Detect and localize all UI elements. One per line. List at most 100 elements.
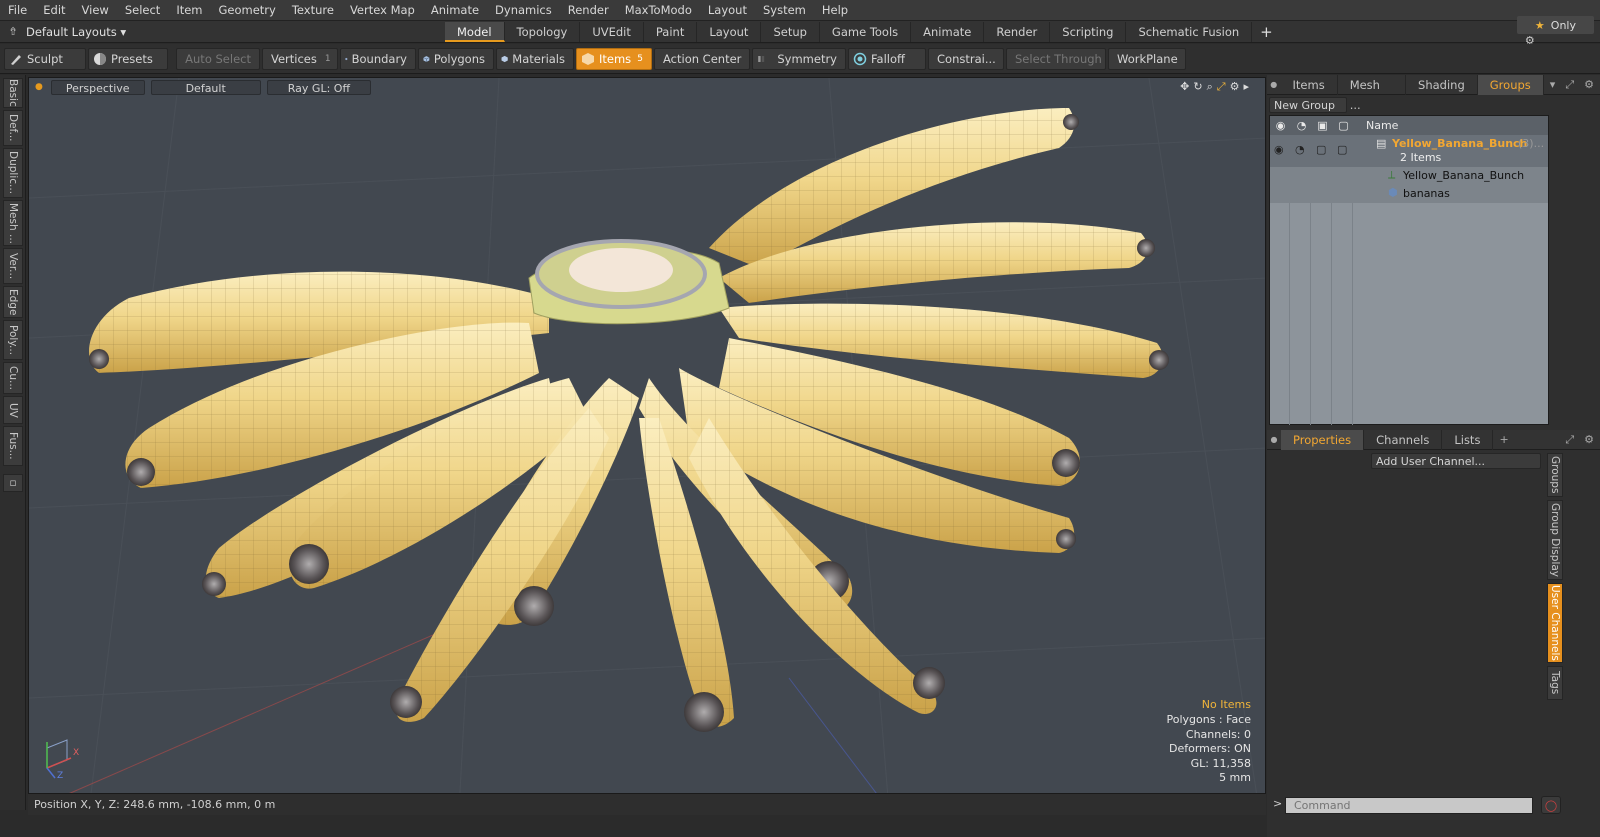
tab-paint[interactable]: Paint: [644, 21, 698, 42]
tab-topology[interactable]: Topology: [505, 21, 581, 42]
command-input[interactable]: [1285, 796, 1533, 814]
tab-schematic-fusion[interactable]: Schematic Fusion: [1126, 21, 1253, 42]
left-tab-duplicate[interactable]: Duplic...: [3, 148, 23, 198]
items-button[interactable]: Items 5: [576, 47, 652, 70]
boundary-button[interactable]: Boundary: [340, 47, 416, 70]
group-render-icon[interactable]: ◔: [1295, 143, 1305, 156]
tab-layout[interactable]: Layout: [697, 21, 762, 42]
tab-model[interactable]: Model: [445, 21, 505, 42]
tab-shading[interactable]: Shading: [1406, 74, 1478, 95]
presets-icon: [94, 52, 106, 65]
panel-gear-icon[interactable]: ⚙: [1578, 433, 1600, 446]
tab-lists[interactable]: Lists: [1442, 429, 1494, 450]
materials-button[interactable]: Materials: [496, 47, 574, 70]
sculpt-button[interactable]: Sculpt: [4, 47, 86, 70]
group-select-icon[interactable]: ▢: [1337, 143, 1347, 156]
layout-pin-icon[interactable]: ⇮: [0, 25, 26, 38]
panel-menu-dot-icon[interactable]: ●: [1267, 435, 1281, 444]
menu-item[interactable]: Item: [168, 0, 210, 21]
left-tab-polygon[interactable]: Poly...: [3, 320, 23, 360]
menu-geometry[interactable]: Geometry: [211, 0, 284, 21]
add-tab-icon[interactable]: +: [1493, 433, 1514, 446]
3d-viewport[interactable]: ● Perspective Default Ray GL: Off ✥ ↻ ⌕ …: [28, 77, 1266, 809]
viewport-more-icon[interactable]: ▸: [1243, 80, 1249, 94]
menu-texture[interactable]: Texture: [284, 0, 342, 21]
workplane-button[interactable]: WorkPlane: [1108, 47, 1186, 70]
record-icon[interactable]: ◯: [1541, 796, 1561, 814]
viewport-raygl-button[interactable]: Ray GL: Off: [266, 79, 372, 95]
menu-edit[interactable]: Edit: [35, 0, 73, 21]
menu-dynamics[interactable]: Dynamics: [487, 0, 560, 21]
tabs-dropdown-icon[interactable]: ▾: [1544, 78, 1562, 91]
tab-items[interactable]: Items: [1281, 74, 1338, 95]
vertices-button[interactable]: Vertices 1: [262, 47, 338, 70]
tab-render[interactable]: Render: [984, 21, 1051, 42]
left-tab-mesh[interactable]: Mesh ...: [3, 200, 23, 246]
only-button[interactable]: ★ Only: [1516, 16, 1594, 34]
pan-icon[interactable]: ✥: [1180, 80, 1189, 94]
group-child-row-locator[interactable]: ⟂ Yellow_Banana_Bunch: [1270, 167, 1548, 185]
menu-help[interactable]: Help: [814, 0, 856, 21]
new-group-button[interactable]: New Group: [1269, 97, 1347, 113]
add-tab-icon[interactable]: +: [1252, 23, 1281, 41]
tab-groups[interactable]: Groups: [1477, 74, 1544, 95]
left-tab-basic[interactable]: Basic: [3, 78, 23, 108]
zoom-icon[interactable]: ⌕: [1207, 80, 1213, 94]
tab-game-tools[interactable]: Game Tools: [820, 21, 912, 42]
menu-system[interactable]: System: [755, 0, 814, 21]
visibility-col-icon: ◉: [1275, 119, 1286, 132]
menu-view[interactable]: View: [74, 0, 117, 21]
left-tab-curve[interactable]: Cu...: [3, 362, 23, 394]
action-center-button[interactable]: Action Center: [654, 47, 750, 70]
polygons-button[interactable]: Polygons: [418, 47, 494, 70]
left-tab-expand[interactable]: ▫: [3, 474, 23, 492]
tab-setup[interactable]: Setup: [761, 21, 820, 42]
menu-maxtomodo[interactable]: MaxToModo: [617, 0, 700, 21]
symmetry-button[interactable]: Symmetry: [752, 47, 846, 70]
left-tab-fusion[interactable]: Fus...: [3, 426, 23, 466]
panel-menu-dot-icon[interactable]: ●: [1267, 80, 1281, 89]
tab-scripting[interactable]: Scripting: [1050, 21, 1127, 42]
tab-properties[interactable]: Properties: [1281, 429, 1365, 450]
side-tab-user-channels[interactable]: User Channels: [1547, 583, 1563, 663]
tab-channels[interactable]: Channels: [1364, 429, 1443, 450]
left-tab-uv[interactable]: UV: [3, 396, 23, 424]
side-tab-tags[interactable]: Tags: [1547, 666, 1563, 700]
viewport-gear-icon[interactable]: ⚙: [1230, 80, 1240, 94]
menu-file[interactable]: File: [0, 0, 35, 21]
group-row-yellow-banana-bunch[interactable]: ◉ ◔ ▢ ▢ ▤ Yellow_Banana_Bunch (3)... 2 I…: [1270, 135, 1548, 167]
maximize-icon[interactable]: ⤢: [1561, 433, 1578, 447]
panel-gear-icon[interactable]: ⚙: [1578, 78, 1600, 91]
menu-layout[interactable]: Layout: [700, 0, 755, 21]
presets-button[interactable]: Presets: [88, 47, 168, 70]
left-tab-edge[interactable]: Edge: [3, 286, 23, 318]
viewport-shading-button[interactable]: Default: [150, 79, 261, 95]
select-through-button[interactable]: Select Through: [1006, 47, 1106, 70]
menu-animate[interactable]: Animate: [423, 0, 487, 21]
group-visibility-icon[interactable]: ◉: [1274, 143, 1284, 156]
add-user-channel-button[interactable]: Add User Channel...: [1371, 453, 1541, 469]
tab-uvedit[interactable]: UVEdit: [580, 21, 644, 42]
left-tab-deform[interactable]: Def...: [3, 110, 23, 146]
viewport-perspective-button[interactable]: Perspective: [50, 79, 145, 95]
group-child-row-mesh[interactable]: ⬢ bananas: [1270, 185, 1548, 203]
maximize-icon[interactable]: ⤢: [1561, 78, 1578, 92]
auto-select-button[interactable]: Auto Select: [176, 47, 260, 70]
polygons-label: Polygons: [433, 51, 485, 66]
side-tab-groups[interactable]: Groups: [1547, 453, 1563, 497]
group-lock-icon[interactable]: ▢: [1316, 143, 1326, 156]
left-tab-vertex[interactable]: Ver...: [3, 248, 23, 284]
menu-render[interactable]: Render: [560, 0, 617, 21]
viewport-menu-dot-icon[interactable]: ●: [35, 82, 43, 92]
constraints-button[interactable]: Constrai...: [928, 47, 1004, 70]
menu-vertex-map[interactable]: Vertex Map: [342, 0, 423, 21]
tab-animate[interactable]: Animate: [911, 21, 985, 42]
tab-mesh[interactable]: Mesh ...: [1338, 74, 1407, 112]
side-tab-group-display[interactable]: Group Display: [1547, 500, 1563, 580]
fit-icon[interactable]: ⤢: [1217, 80, 1226, 94]
falloff-button[interactable]: Falloff: [848, 47, 926, 70]
select-through-label: Select Through: [1015, 51, 1102, 66]
layout-selector[interactable]: Default Layouts ▾: [26, 25, 126, 39]
menu-select[interactable]: Select: [117, 0, 168, 21]
rotate-icon[interactable]: ↻: [1193, 80, 1202, 94]
